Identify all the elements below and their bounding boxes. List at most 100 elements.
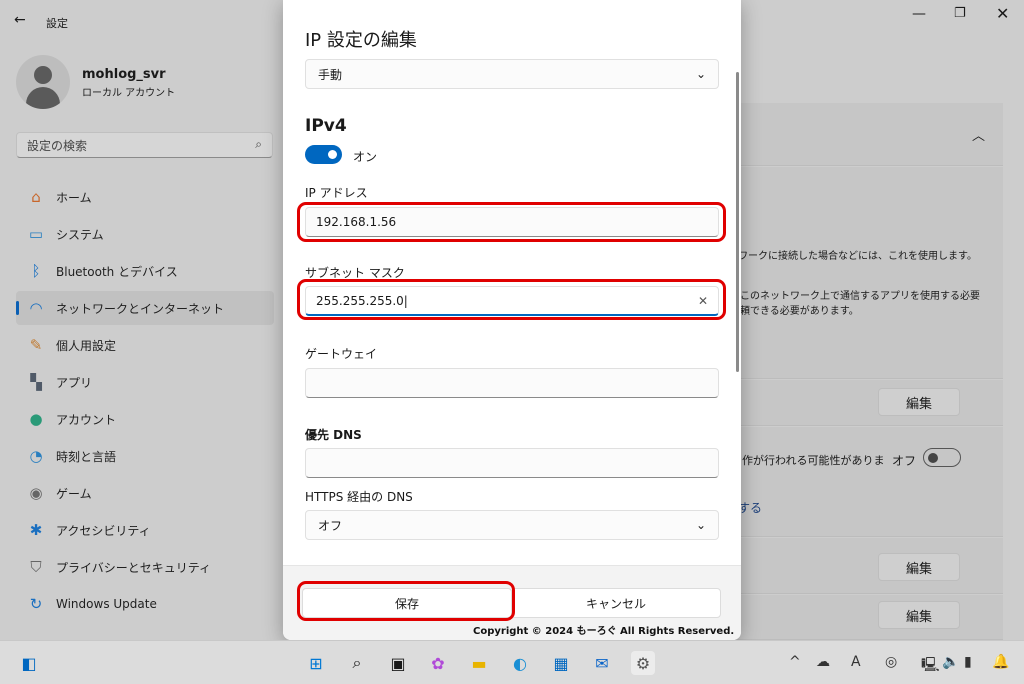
edge-icon[interactable]: ◐ — [508, 651, 532, 675]
home-icon: ⌂ — [31, 188, 41, 206]
sidebar-item[interactable]: ◠ ネットワークとインターネット — [16, 291, 274, 325]
sidebar-item[interactable]: ✎ 個人用設定 — [16, 328, 274, 362]
copilot-icon[interactable]: ✿ — [426, 651, 450, 675]
toggle-label: オフ — [892, 454, 917, 468]
globe-clock-icon: ◔ — [29, 447, 43, 465]
sidebar-item[interactable]: ▚ アプリ — [16, 365, 274, 399]
sidebar-item-label: アプリ — [56, 375, 93, 390]
edit-button[interactable]: 編集 — [878, 601, 960, 629]
https-dns-dropdown[interactable]: オフ ⌄ — [305, 510, 719, 540]
system-icon: ▭ — [28, 225, 44, 243]
settings-card-header: ︿ — [720, 103, 1003, 166]
sidebar-item-label: Windows Update — [56, 597, 157, 611]
scrollbar[interactable] — [736, 72, 739, 372]
accessibility-icon: ✱ — [29, 521, 43, 539]
dialog-footer: 保存 キャンセル Copyright © 2024 もーろぐ All Right… — [283, 565, 741, 640]
shield-icon: ⛉ — [30, 558, 42, 576]
account-type: ローカル アカウント — [82, 88, 176, 99]
info-text: このネットワーク上で通信するアプリを使用する必要 — [740, 291, 980, 302]
file-explorer-icon[interactable]: ▬ — [467, 651, 491, 675]
sidebar-item-label: ホーム — [56, 190, 92, 205]
gateway-input[interactable] — [305, 368, 719, 398]
onedrive-icon[interactable]: ☁ — [816, 654, 830, 670]
https-dns-label: HTTPS 経由の DNS — [305, 490, 413, 504]
ip-mode-dropdown[interactable]: 手動 ⌄ — [305, 59, 719, 89]
chevron-up-icon[interactable]: ︿ — [972, 125, 985, 144]
ipv4-toggle[interactable] — [305, 145, 342, 164]
account-icon: ● — [29, 410, 43, 428]
ip-mode-value: 手動 — [318, 67, 343, 82]
gamepad-icon: ◉ — [29, 484, 43, 502]
chevron-down-icon: ⌄ — [695, 518, 706, 532]
ipv4-heading: IPv4 — [305, 116, 347, 136]
info-text: ワークに接続した場合などには、これを使用します。 — [738, 251, 977, 262]
highlight-box — [297, 279, 726, 320]
sidebar-item[interactable]: ᛒ Bluetooth とデバイス — [16, 254, 274, 288]
volume-icon[interactable]: 🔈 — [942, 654, 959, 670]
sidebar-item[interactable]: ✱ アクセシビリティ — [16, 513, 274, 547]
settings-link[interactable]: する — [738, 499, 762, 516]
outlook-icon[interactable]: ✉ — [590, 651, 614, 675]
edit-ip-dialog: IP 設定の編集 手動 ⌄ IPv4 オン IP アドレス 192.168.1.5… — [283, 0, 741, 640]
avatar — [16, 55, 70, 109]
maximize-button[interactable]: ❐ — [954, 6, 966, 21]
search-icon: ⌕ — [255, 137, 262, 151]
settings-icon[interactable]: ⚙ — [631, 651, 655, 675]
settings-card — [720, 380, 1003, 426]
dialog-title: IP 設定の編集 — [305, 30, 417, 51]
preferred-dns-input[interactable] — [305, 448, 719, 478]
sidebar-item-label: 時刻と言語 — [56, 449, 117, 464]
settings-card — [720, 538, 1003, 594]
sidebar-item-label: ネットワークとインターネット — [56, 301, 225, 316]
back-button[interactable]: ← — [14, 12, 26, 28]
search-placeholder: 設定の検索 — [27, 139, 88, 153]
gateway-label: ゲートウェイ — [305, 347, 378, 361]
settings-card — [720, 595, 1003, 640]
ime-icon[interactable]: A — [851, 654, 861, 670]
window-title: 設定 — [46, 17, 68, 30]
apps-icon: ▚ — [30, 373, 42, 391]
sidebar-item[interactable]: ● アカウント — [16, 402, 274, 436]
sidebar-item-label: プライバシーとセキュリティ — [56, 560, 212, 575]
https-dns-value: オフ — [318, 518, 343, 533]
sidebar-item-label: アカウント — [56, 412, 117, 427]
user-name: mohlog_svr — [82, 67, 166, 82]
widgets-icon[interactable]: ◧ — [17, 651, 41, 675]
sidebar-item-label: ゲーム — [56, 486, 92, 501]
sidebar-item[interactable]: ⛉ プライバシーとセキュリティ — [16, 550, 274, 584]
start-icon[interactable]: ⊞ — [304, 651, 328, 675]
preferred-dns-label: 優先 DNS — [305, 428, 362, 442]
sidebar-item[interactable]: ⌂ ホーム — [16, 180, 274, 214]
sidebar-item[interactable]: ▭ システム — [16, 217, 274, 251]
ime-mode-icon[interactable]: ◎ — [885, 654, 897, 670]
toggle-switch[interactable] — [923, 448, 961, 467]
edit-button[interactable]: 編集 — [878, 553, 960, 581]
notification-icon[interactable]: 🔔 — [992, 654, 1009, 670]
network-icon[interactable]: 🖳 — [921, 654, 940, 678]
highlight-box — [297, 202, 726, 242]
store-icon[interactable]: ▦ — [549, 651, 573, 675]
sidebar-item[interactable]: ↻ Windows Update — [16, 587, 274, 621]
search-input[interactable]: 設定の検索 ⌕ — [16, 132, 273, 158]
sidebar-item[interactable]: ◔ 時刻と言語 — [16, 439, 274, 473]
battery-icon[interactable]: ▮ — [964, 654, 972, 670]
ipv4-toggle-label: オン — [353, 150, 378, 164]
chevron-up-icon[interactable]: ^ — [789, 654, 801, 670]
wifi-icon: ◠ — [29, 299, 43, 317]
minimize-button[interactable]: — — [912, 6, 926, 22]
sidebar-item-label: システム — [56, 227, 104, 242]
chevron-down-icon: ⌄ — [695, 67, 706, 81]
sidebar-item-label: 個人用設定 — [56, 338, 117, 353]
bluetooth-icon: ᛒ — [31, 262, 41, 280]
task-view-icon[interactable]: ▣ — [386, 651, 410, 675]
taskbar: ◧ ⊞ ⌕ ▣ ✿ ▬ ◐ ▦ ✉ ⚙ ^ ☁ A ◎ 🖳 🔈 ▮ 🔔 — [0, 640, 1024, 684]
sidebar-item[interactable]: ◉ ゲーム — [16, 476, 274, 510]
info-text: 頼できる必要があります。 — [740, 306, 859, 317]
edit-button[interactable]: 編集 — [878, 388, 960, 416]
brush-icon: ✎ — [29, 336, 43, 354]
close-button[interactable]: ✕ — [996, 4, 1009, 23]
sidebar-item-label: アクセシビリティ — [56, 523, 151, 538]
cancel-button[interactable]: キャンセル — [511, 588, 721, 618]
highlight-box — [297, 581, 515, 621]
search-icon[interactable]: ⌕ — [345, 651, 369, 675]
